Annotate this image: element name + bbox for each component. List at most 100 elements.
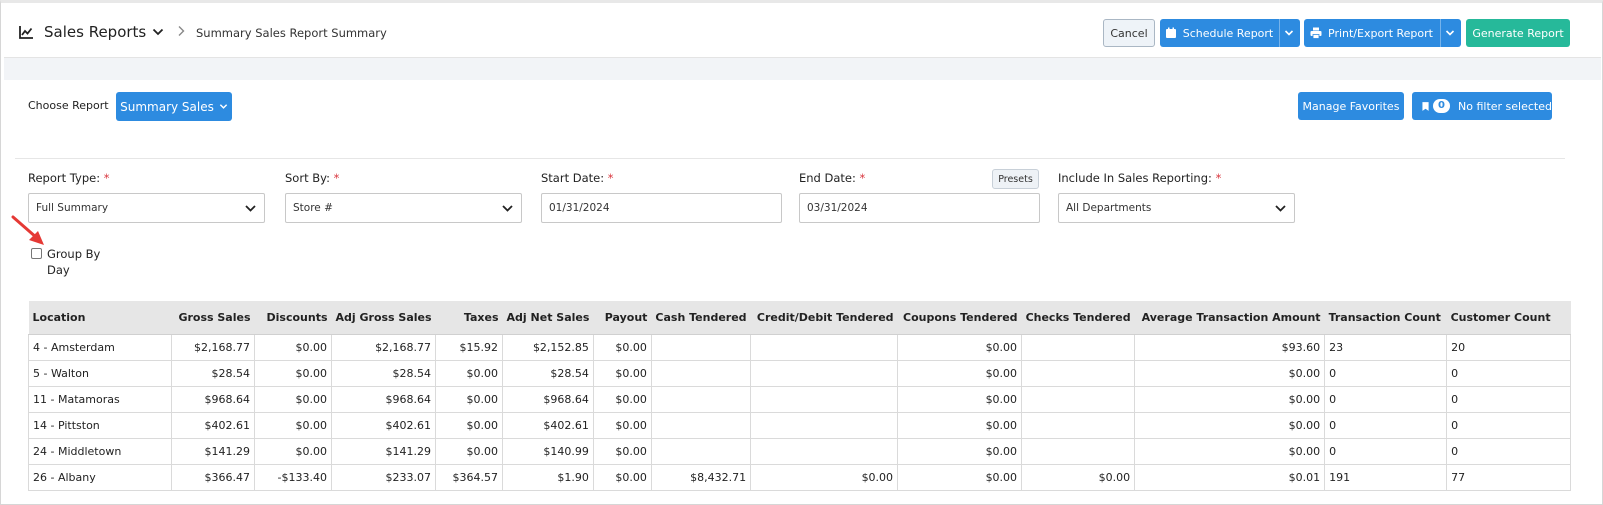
filter-button[interactable]: 0 No filter selected	[1412, 92, 1552, 120]
end-date-label: End Date: *	[799, 171, 865, 185]
include-in-sales-label: Include In Sales Reporting: *	[1058, 171, 1221, 185]
generate-report-button[interactable]: Generate Report	[1466, 19, 1570, 47]
table-cell: $28.54	[502, 359, 594, 387]
table-cell: $0.00	[592, 411, 652, 439]
table-cell: $968.64	[330, 385, 437, 413]
table-cell: 0	[1446, 385, 1572, 413]
table-cell: 77	[1446, 463, 1572, 491]
table-cell: $0.00	[254, 411, 332, 439]
table-cell: $0.00	[897, 359, 1023, 387]
table-cell: $0.00	[254, 359, 332, 387]
column-header[interactable]: Checks Tendered	[1021, 301, 1135, 335]
manage-favorites-button[interactable]: Manage Favorites	[1298, 92, 1404, 120]
report-selector-button[interactable]: Summary Sales	[116, 92, 232, 121]
report-type-select[interactable]: Full Summary	[28, 193, 265, 223]
table-cell: $8,432.71	[650, 463, 752, 491]
table-cell: $233.07	[330, 463, 437, 491]
table-cell	[1021, 385, 1136, 413]
column-header[interactable]: Adj Net Sales	[502, 301, 594, 335]
table-cell: $968.64	[171, 385, 255, 413]
column-header[interactable]: Coupons Tendered	[897, 301, 1022, 335]
group-by-day-label[interactable]: Group By Day	[47, 246, 107, 278]
table-row: 14 - Pittston $402.61 $0.00 $402.61 $0.00 $40…	[28, 411, 1572, 439]
table-cell: $0.00	[435, 411, 504, 439]
column-header[interactable]: Payout	[593, 301, 652, 335]
report-type-value: Full Summary	[36, 202, 109, 214]
table-cell: 0	[1446, 359, 1572, 387]
column-header[interactable]: Location	[28, 301, 172, 335]
column-header[interactable]: Average Transaction Amount	[1134, 301, 1325, 335]
table-cell	[650, 437, 752, 465]
table-cell: 26 - Albany	[28, 463, 172, 491]
chevron-down-icon	[219, 104, 228, 109]
table-cell: $2,168.77	[330, 333, 437, 361]
start-date-label: Start Date: *	[541, 171, 614, 185]
end-date-label-text: End Date:	[799, 171, 856, 185]
include-in-sales-select[interactable]: All Departments	[1058, 193, 1295, 223]
chevron-down-icon	[502, 205, 513, 212]
presets-button[interactable]: Presets	[992, 169, 1039, 189]
table-cell: $0.00	[1134, 385, 1326, 413]
table-cell: 0	[1446, 411, 1572, 439]
column-header[interactable]: Adj Gross Sales	[331, 301, 436, 335]
column-header[interactable]: Customer Count	[1446, 301, 1571, 335]
table-cell	[1021, 411, 1136, 439]
column-header[interactable]: Cash Tendered	[651, 301, 751, 335]
table-body: 4 - Amsterdam $2,168.77 $0.00 $2,168.77 $15.…	[28, 333, 1572, 491]
table-cell: $0.00	[592, 437, 652, 465]
column-header[interactable]: Gross Sales	[171, 301, 255, 335]
page-title[interactable]: Sales Reports	[44, 23, 146, 41]
table-cell: $0.00	[592, 463, 652, 491]
start-date-label-text: Start Date:	[541, 171, 605, 185]
table-cell	[1021, 359, 1136, 387]
group-by-day-checkbox[interactable]	[31, 248, 42, 259]
column-header[interactable]: Transaction Count	[1324, 301, 1447, 335]
table-cell: $28.54	[330, 359, 437, 387]
sort-by-value: Store #	[293, 202, 333, 214]
calendar-icon	[1165, 27, 1176, 38]
sort-by-select[interactable]: Store #	[285, 193, 522, 223]
table-cell: $0.00	[897, 385, 1023, 413]
print-export-button[interactable]: Print/Export Report	[1304, 19, 1461, 47]
table-cell: 23	[1324, 333, 1448, 361]
table-cell: $140.99	[502, 437, 594, 465]
report-type-label: Report Type: *	[28, 171, 109, 185]
table-row: 5 - Walton $28.54 $0.00 $28.54 $0.00 $28.54 $0…	[28, 359, 1572, 387]
cancel-button[interactable]: Cancel	[1103, 19, 1155, 47]
schedule-report-button[interactable]: Schedule Report	[1160, 19, 1300, 47]
chevron-down-icon[interactable]	[152, 27, 164, 37]
table-cell: -$133.40	[254, 463, 332, 491]
table-cell: $366.47	[171, 463, 255, 491]
column-header[interactable]: Discounts	[254, 301, 332, 335]
end-date-input[interactable]: 03/31/2024	[799, 193, 1040, 223]
table-cell: $0.00	[1134, 437, 1326, 465]
table-cell: 0	[1324, 359, 1448, 387]
print-export-label: Print/Export Report	[1328, 26, 1433, 40]
table-cell: 20	[1446, 333, 1572, 361]
table-cell: $402.61	[330, 411, 437, 439]
table-cell	[750, 411, 899, 439]
content-band	[4, 58, 1601, 80]
table-cell: 191	[1324, 463, 1448, 491]
chevron-right-icon	[178, 26, 185, 36]
table-cell: $0.00	[897, 463, 1023, 491]
table-cell	[650, 411, 752, 439]
table-cell: $15.92	[435, 333, 504, 361]
chevron-down-icon	[1275, 205, 1286, 212]
include-in-sales-label-text: Include In Sales Reporting:	[1058, 171, 1212, 185]
sales-summary-table: Location Gross Sales Discounts Adj Gross…	[28, 301, 1572, 491]
table-cell	[1021, 333, 1136, 361]
required-marker: *	[607, 171, 614, 185]
table-cell: 4 - Amsterdam	[28, 333, 172, 361]
column-header[interactable]: Credit/Debit Tendered	[750, 301, 898, 335]
start-date-input[interactable]: 01/31/2024	[541, 193, 782, 223]
table-cell: $0.00	[1021, 463, 1136, 491]
breadcrumb: Summary Sales Report Summary	[196, 26, 387, 40]
column-header[interactable]: Taxes	[435, 301, 503, 335]
split-divider	[1440, 19, 1441, 47]
chevron-down-icon[interactable]	[1445, 28, 1455, 38]
include-in-sales-value: All Departments	[1066, 202, 1152, 214]
table-row: 26 - Albany $366.47 -$133.40 $233.07 $364.57…	[28, 463, 1572, 491]
chevron-down-icon[interactable]	[1284, 28, 1294, 38]
split-divider	[1279, 19, 1280, 47]
